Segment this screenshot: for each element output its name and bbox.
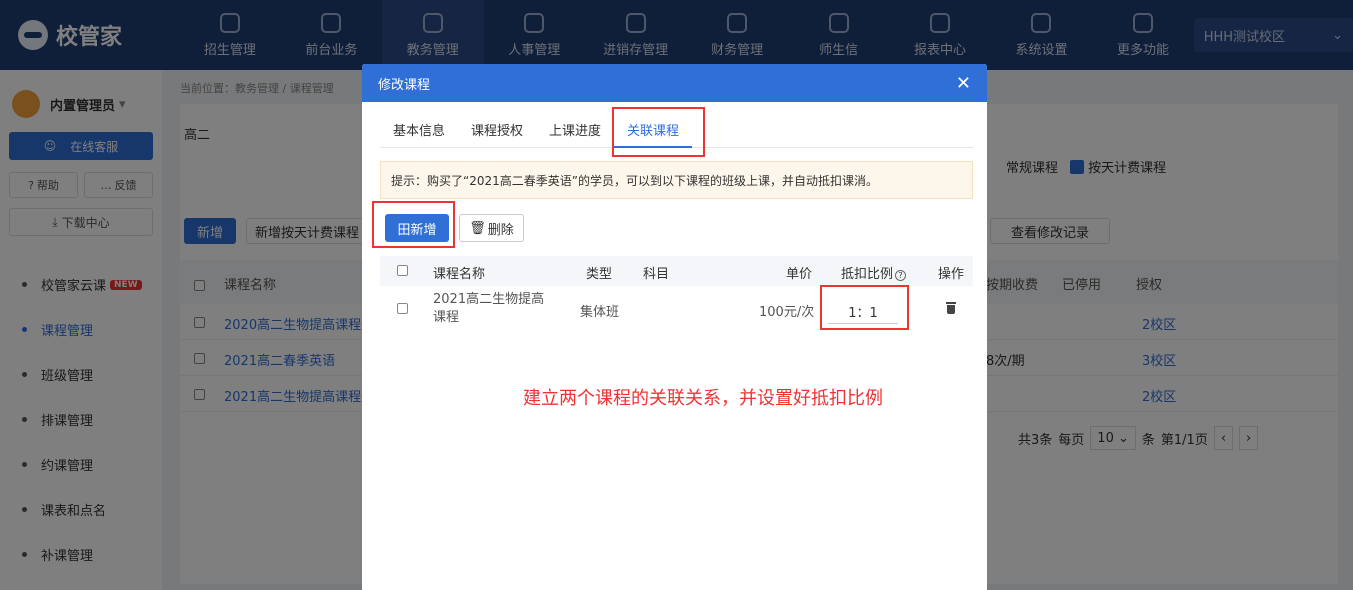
row-checkbox[interactable] (397, 303, 408, 314)
delete-related-button[interactable]: 🗑 删除 (459, 214, 524, 242)
trash-icon[interactable] (946, 302, 956, 314)
col-type: 类型 (586, 267, 613, 282)
tab-course-auth[interactable]: 课程授权 (458, 120, 536, 148)
modal-header: 修改课程 ✕ (362, 64, 987, 102)
annotation-text: 建立两个课程的关联关系，并设置好抵扣比例 (523, 388, 883, 409)
related-course-name: 2021高二生物提高课程 (433, 292, 545, 325)
col-action: 操作 (938, 267, 965, 282)
highlight-box-add (372, 201, 455, 248)
select-all-checkbox[interactable] (397, 265, 408, 276)
col-subject: 科目 (643, 267, 670, 282)
tip-banner: 提示：购买了“2021高二春季英语”的学员，可以到以下课程的班级上课，并自动抵扣… (380, 161, 973, 199)
tab-progress[interactable]: 上课进度 (536, 120, 614, 148)
col-price: 单价 (786, 267, 813, 282)
close-icon[interactable]: ✕ (956, 73, 971, 94)
col-ratio: 抵扣比例? (841, 263, 907, 282)
tab-basic-info[interactable]: 基本信息 (380, 120, 458, 148)
highlight-box-ratio (820, 285, 909, 330)
related-course-price: 100元/次 (759, 305, 815, 320)
related-course-type: 集体班 (580, 305, 620, 320)
highlight-box-tab (612, 107, 705, 157)
modal-title: 修改课程 (378, 77, 431, 93)
col-course-name: 课程名称 (433, 267, 486, 282)
help-icon[interactable]: ? (895, 270, 907, 281)
edit-course-modal: 修改课程 ✕ 基本信息 课程授权 上课进度 关联课程 提示：购买了“2021高二… (362, 64, 987, 590)
trash-icon: 🗑 (469, 220, 486, 236)
